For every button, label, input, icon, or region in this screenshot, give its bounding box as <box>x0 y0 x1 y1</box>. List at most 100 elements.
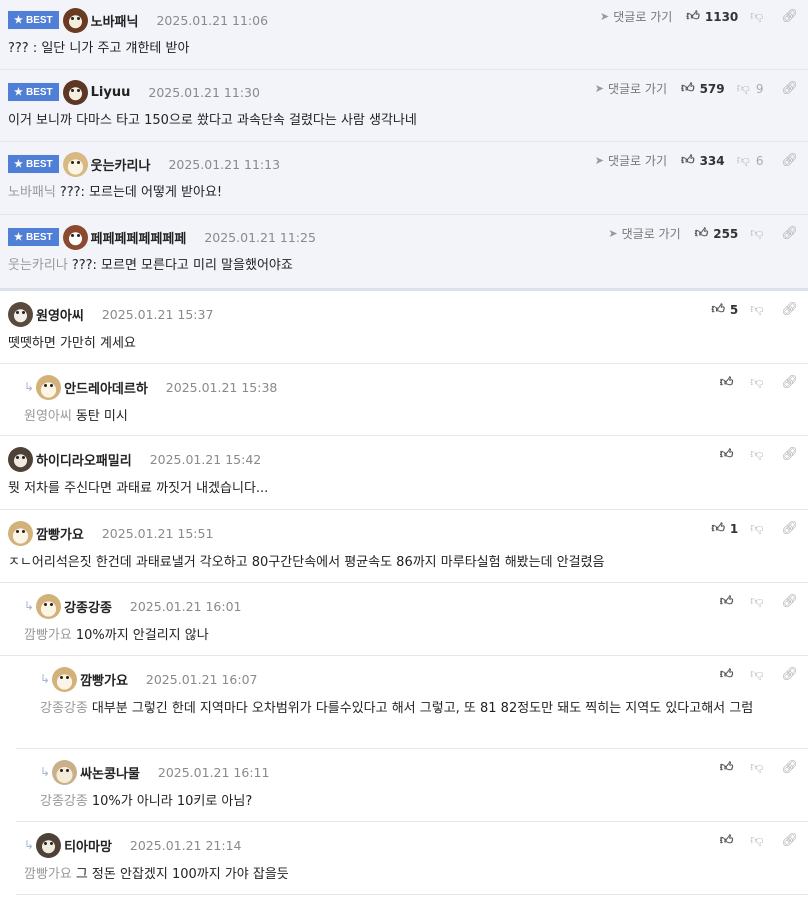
quoted-nickname[interactable]: 강종강종 <box>40 701 88 716</box>
dislike-button[interactable]: 👎︎ <box>750 302 763 317</box>
star-icon: ★ <box>14 231 23 243</box>
thumbs-down-icon: 👎︎ <box>750 226 764 241</box>
link-icon[interactable]: 🔗︎ <box>781 760 798 775</box>
nickname[interactable]: 원영아씨 <box>36 305 84 324</box>
comment-text: 깜빵가요 그 정돈 안잡겠지 100까지 가야 잡을듯 <box>24 864 798 886</box>
comment-text: 강종강종 대부분 그렇긴 한데 지역마다 오차범위가 다를수있다고 해서 그렇고,… <box>40 698 798 720</box>
like-button[interactable]: 👍︎ <box>720 833 739 848</box>
quoted-nickname[interactable]: 깜빵가요 <box>24 867 72 882</box>
nickname[interactable]: 깜빵가요 <box>80 670 128 689</box>
best-badge: ★ BEST <box>8 155 59 173</box>
comment-text: 뭣 저차를 주신다면 과태료 까짓거 내겠습니다... <box>8 481 269 496</box>
thumbs-up-icon: 👍︎ <box>719 375 734 390</box>
nickname[interactable]: 안드레아데르하 <box>64 378 148 397</box>
link-icon[interactable]: 🔗︎ <box>781 833 798 848</box>
link-icon[interactable]: 🔗︎ <box>781 594 798 609</box>
send-icon: ➤ <box>608 227 618 240</box>
reply-arrow-icon: ↳ <box>40 765 51 779</box>
nickname[interactable]: 싸논콩나물 <box>80 763 140 782</box>
thumbs-down-icon: 👎︎ <box>750 833 764 848</box>
nickname[interactable]: 하이디라오패밀리 <box>36 450 132 469</box>
avatar[interactable] <box>62 224 88 250</box>
dislike-button[interactable]: 👎︎ <box>750 667 763 682</box>
comment-header: ↳ 싸논콩나물 2025.01.21 16:11 <box>40 759 808 785</box>
like-button[interactable]: 👍︎ 1130 <box>686 9 738 24</box>
goto-comment-link[interactable]: ➤ 댓글로 가기 <box>595 80 667 97</box>
like-button[interactable]: 👍︎ <box>720 760 739 775</box>
quoted-nickname[interactable]: 노바패닉 <box>8 185 56 200</box>
dislike-count: 6 <box>755 153 764 168</box>
best-comment: ★ BEST 페페페페페페페페 2025.01.21 11:25 ➤ 댓글로 가기 … <box>0 215 808 291</box>
goto-comment-link[interactable]: ➤ 댓글로 가기 <box>595 152 667 169</box>
goto-comment-link[interactable]: ➤ 댓글로 가기 <box>600 8 672 25</box>
nickname[interactable]: 깜빵가요 <box>36 524 84 543</box>
comment-actions: 👍︎ 👎︎ 🔗︎ <box>720 594 798 609</box>
nickname[interactable]: 노바패닉 <box>91 11 139 30</box>
avatar[interactable] <box>8 301 33 327</box>
link-icon[interactable]: 🔗︎ <box>781 302 798 317</box>
goto-comment-link[interactable]: ➤ 댓글로 가기 <box>608 225 680 242</box>
nickname[interactable]: 강종강종 <box>64 597 112 616</box>
link-icon[interactable]: 🔗︎ <box>781 667 798 682</box>
dislike-button[interactable]: 👎︎ <box>750 760 763 775</box>
avatar[interactable] <box>62 151 88 177</box>
comment-actions: ➤ 댓글로 가기 👍︎ 334 👎︎ 6 🔗︎ <box>595 152 798 169</box>
avatar[interactable] <box>62 7 88 33</box>
quoted-nickname[interactable]: 강종강종 <box>40 794 88 809</box>
like-button[interactable]: 👍︎ 5 <box>711 302 738 317</box>
avatar[interactable] <box>8 446 33 472</box>
dislike-button[interactable]: 👎︎ <box>750 226 763 241</box>
avatar[interactable] <box>36 593 62 619</box>
like-button[interactable]: 👍︎ 1 <box>711 521 738 536</box>
link-icon[interactable]: 🔗︎ <box>781 9 798 24</box>
comment-text-content: ???: 모르는데 어떻게 받아요! <box>59 185 223 200</box>
dislike-button[interactable]: 👎︎ <box>750 833 763 848</box>
nickname[interactable]: 페페페페페페페페 <box>91 228 187 247</box>
like-button[interactable]: 👍︎ <box>720 667 739 682</box>
link-icon[interactable]: 🔗︎ <box>781 81 798 96</box>
dislike-button[interactable]: 👎︎ <box>750 375 763 390</box>
like-button[interactable]: 👍︎ <box>720 594 739 609</box>
link-icon[interactable]: 🔗︎ <box>781 226 798 241</box>
dislike-button[interactable]: 👎︎ <box>750 447 763 462</box>
dislike-button[interactable]: 👎︎ <box>750 594 763 609</box>
dislike-button[interactable]: 👎︎ 9 <box>737 81 764 96</box>
dislike-button[interactable]: 👎︎ <box>750 521 763 536</box>
avatar[interactable] <box>36 832 62 858</box>
dislike-button[interactable]: 👎︎ <box>750 9 763 24</box>
comment-actions: 👍︎ 👎︎ 🔗︎ <box>720 447 798 462</box>
nickname[interactable]: Liyuu <box>91 85 131 100</box>
comment-header: 하이디라오패밀리 2025.01.21 15:42 <box>8 446 808 472</box>
thumbs-down-icon: 👎︎ <box>750 9 764 24</box>
comment-date: 2025.01.21 11:30 <box>148 84 260 100</box>
comment-actions: ➤ 댓글로 가기 👍︎ 255 👎︎ 🔗︎ <box>608 225 798 242</box>
avatar[interactable] <box>8 520 33 546</box>
thumbs-down-icon: 👎︎ <box>750 447 764 462</box>
link-icon[interactable]: 🔗︎ <box>781 153 798 168</box>
comment-date: 2025.01.21 15:42 <box>149 451 262 467</box>
send-icon: ➤ <box>600 10 610 23</box>
like-button[interactable]: 👍︎ <box>720 375 739 390</box>
thumbs-up-icon: 👍︎ <box>711 521 725 536</box>
comment-text: 이거 보니까 다마스 타고 150으로 쐈다고 과속단속 걸렸다는 사람 생각나… <box>8 113 417 128</box>
like-button[interactable]: 👍︎ 255 <box>695 226 739 241</box>
comment-text-content: 대부분 그렇긴 한데 지역마다 오차범위가 다를수있다고 해서 그렇고, 또 8… <box>91 701 754 716</box>
like-button[interactable]: 👍︎ <box>720 447 739 462</box>
link-icon[interactable]: 🔗︎ <box>781 521 798 536</box>
quoted-nickname[interactable]: 웃는카리나 <box>8 258 68 273</box>
like-button[interactable]: 👍︎ 334 <box>681 153 725 168</box>
quoted-nickname[interactable]: 원영아씨 <box>24 409 72 424</box>
like-button[interactable]: 👍︎ 579 <box>681 81 725 96</box>
avatar[interactable] <box>62 79 88 105</box>
link-icon[interactable]: 🔗︎ <box>781 447 798 462</box>
avatar[interactable] <box>52 666 78 692</box>
comment: 깜빵가요 2025.01.21 15:51 👍︎ 1 👎︎ 🔗︎ ㅈㄴ어리석은짓 … <box>0 510 808 583</box>
quoted-nickname[interactable]: 깜빵가요 <box>24 628 72 643</box>
dislike-button[interactable]: 👎︎ 6 <box>737 153 764 168</box>
avatar[interactable] <box>36 374 62 400</box>
avatar[interactable] <box>52 759 78 785</box>
link-icon[interactable]: 🔗︎ <box>781 375 798 390</box>
best-badge-label: BEST <box>25 158 53 170</box>
nickname[interactable]: 티아마망 <box>64 836 112 855</box>
nickname[interactable]: 웃는카리나 <box>91 155 151 174</box>
